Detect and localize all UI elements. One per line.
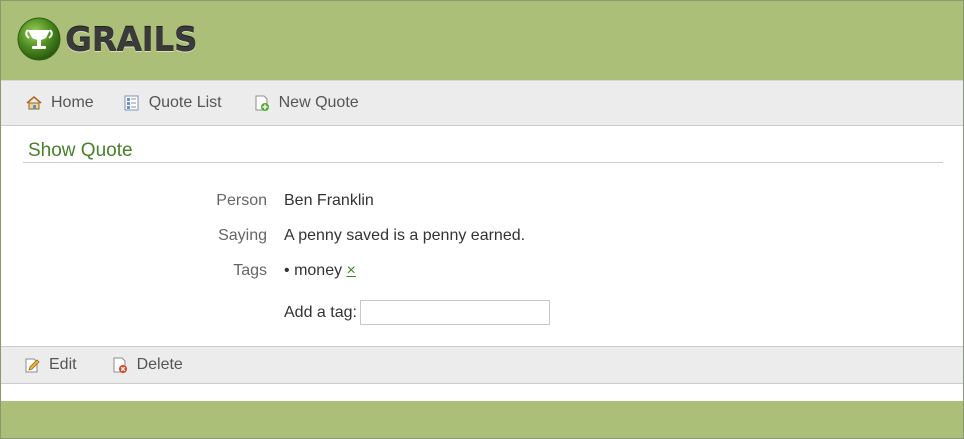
new-document-icon (253, 94, 271, 112)
page-title: Show Quote (28, 140, 133, 161)
delete-button-label: Delete (136, 356, 183, 373)
grails-logo[interactable]: GRAILS (17, 17, 198, 61)
app-window: GRAILS Home Quote List New Quote Show Qu… (0, 0, 964, 439)
edit-button[interactable]: Edit (23, 356, 77, 374)
brand-name: GRAILS (65, 19, 198, 59)
tag-bullet: • (284, 262, 290, 279)
grails-cup-icon (17, 17, 61, 61)
list-document-icon (123, 94, 141, 112)
saying-value: A penny saved is a penny earned. (284, 227, 526, 244)
nav-new-quote-label: New Quote (278, 94, 359, 111)
remove-tag-button[interactable]: × (347, 262, 356, 279)
tag-list-item: • money × (284, 262, 356, 280)
nav-quote-list-label: Quote List (148, 94, 222, 111)
person-label: Person (216, 192, 267, 209)
main-nav: Home Quote List New Quote (1, 80, 963, 126)
tag-name: money (294, 262, 343, 279)
header-banner: GRAILS (1, 1, 963, 80)
pencil-edit-icon (23, 356, 41, 374)
edit-button-label: Edit (49, 356, 77, 373)
house-icon (25, 94, 43, 112)
delete-document-icon (111, 356, 129, 374)
nav-new-quote[interactable]: New Quote (253, 94, 359, 112)
saying-label: Saying (218, 227, 267, 244)
footer-bar (1, 401, 963, 438)
add-tag-input[interactable] (360, 300, 550, 325)
delete-button[interactable]: Delete (111, 356, 183, 374)
nav-quote-list[interactable]: Quote List (123, 94, 222, 112)
person-value: Ben Franklin (284, 192, 374, 209)
nav-home[interactable]: Home (25, 94, 94, 112)
tags-label: Tags (233, 262, 267, 279)
nav-home-label: Home (51, 94, 94, 111)
action-buttons-bar: Edit Delete (1, 346, 963, 384)
add-tag-label: Add a tag: (284, 304, 357, 321)
page-title-bar: Show Quote (23, 138, 943, 163)
